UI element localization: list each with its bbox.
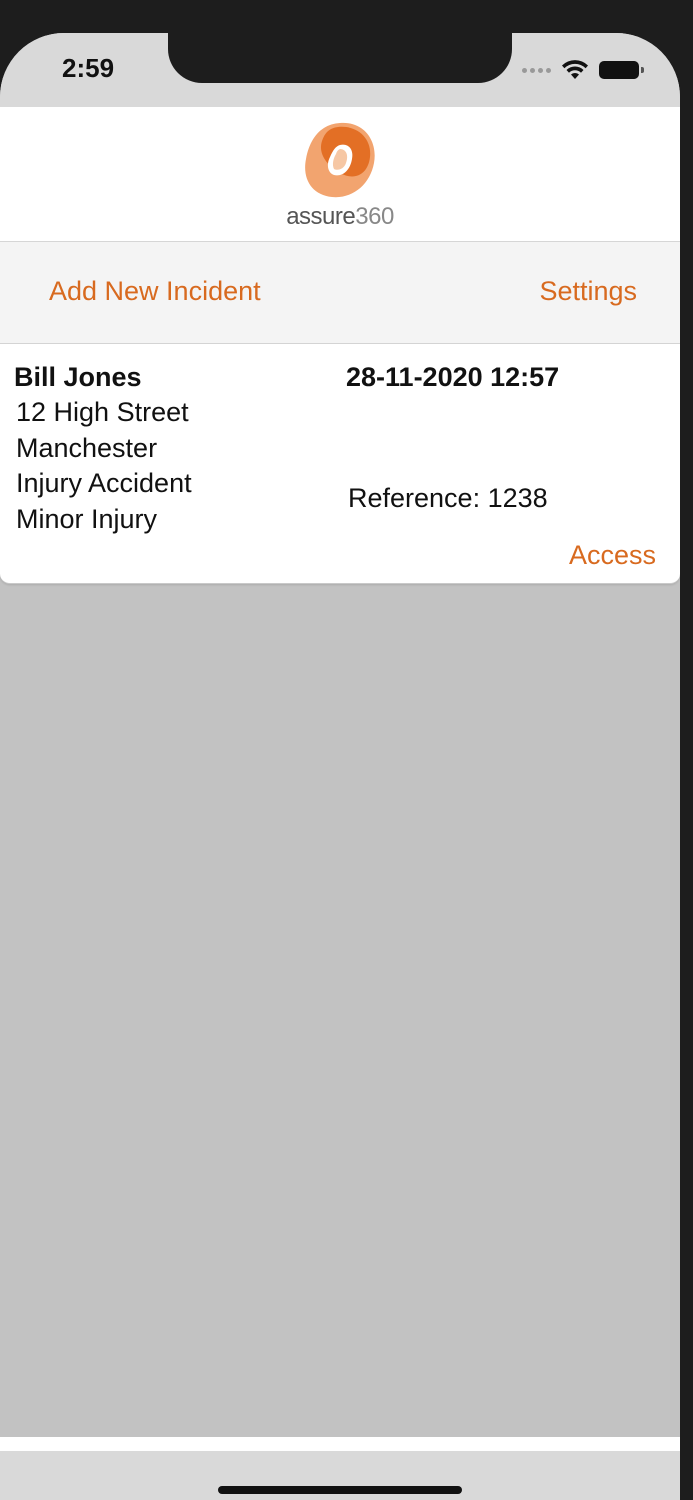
- incident-type: Injury Accident: [16, 468, 192, 498]
- incident-name: Bill Jones: [14, 362, 142, 392]
- incident-datetime: 28-11-2020 12:57: [346, 362, 560, 392]
- settings-button[interactable]: Settings: [539, 276, 637, 307]
- add-new-incident-button[interactable]: Add New Incident: [49, 276, 261, 307]
- assure360-logo-icon: [305, 122, 375, 198]
- phone-frame: 2:59 assure360 Add New Incident Settings…: [0, 0, 693, 1500]
- app-header: assure360: [0, 107, 680, 241]
- incident-card: Bill Jones 12 High Street Manchester Inj…: [0, 344, 680, 584]
- incident-address-line2: Manchester: [16, 433, 158, 463]
- battery-icon: [599, 61, 644, 79]
- logo-word: assure: [286, 203, 356, 230]
- logo-number: 360: [355, 203, 394, 230]
- signal-dots-icon: [522, 67, 551, 73]
- incident-list: Bill Jones 12 High Street Manchester Inj…: [0, 344, 680, 1444]
- notch: [168, 33, 512, 83]
- app-screen: 2:59 assure360 Add New Incident Settings…: [0, 33, 680, 1500]
- incident-reference: Reference: 1238: [348, 483, 548, 513]
- status-icons: [522, 59, 644, 81]
- status-time: 2:59: [62, 53, 115, 83]
- incident-address-line1: 12 High Street: [16, 397, 189, 427]
- phone-bezel: [680, 0, 693, 1500]
- access-button[interactable]: Access: [569, 540, 656, 571]
- wifi-icon: [562, 60, 588, 79]
- incident-severity: Minor Injury: [16, 504, 158, 534]
- home-indicator[interactable]: [218, 1486, 462, 1494]
- logo-wordmark: assure360: [0, 203, 680, 231]
- status-bar: 2:59: [0, 33, 680, 107]
- bottom-strip: [0, 1437, 680, 1451]
- navigation-bar: Add New Incident Settings: [0, 241, 680, 344]
